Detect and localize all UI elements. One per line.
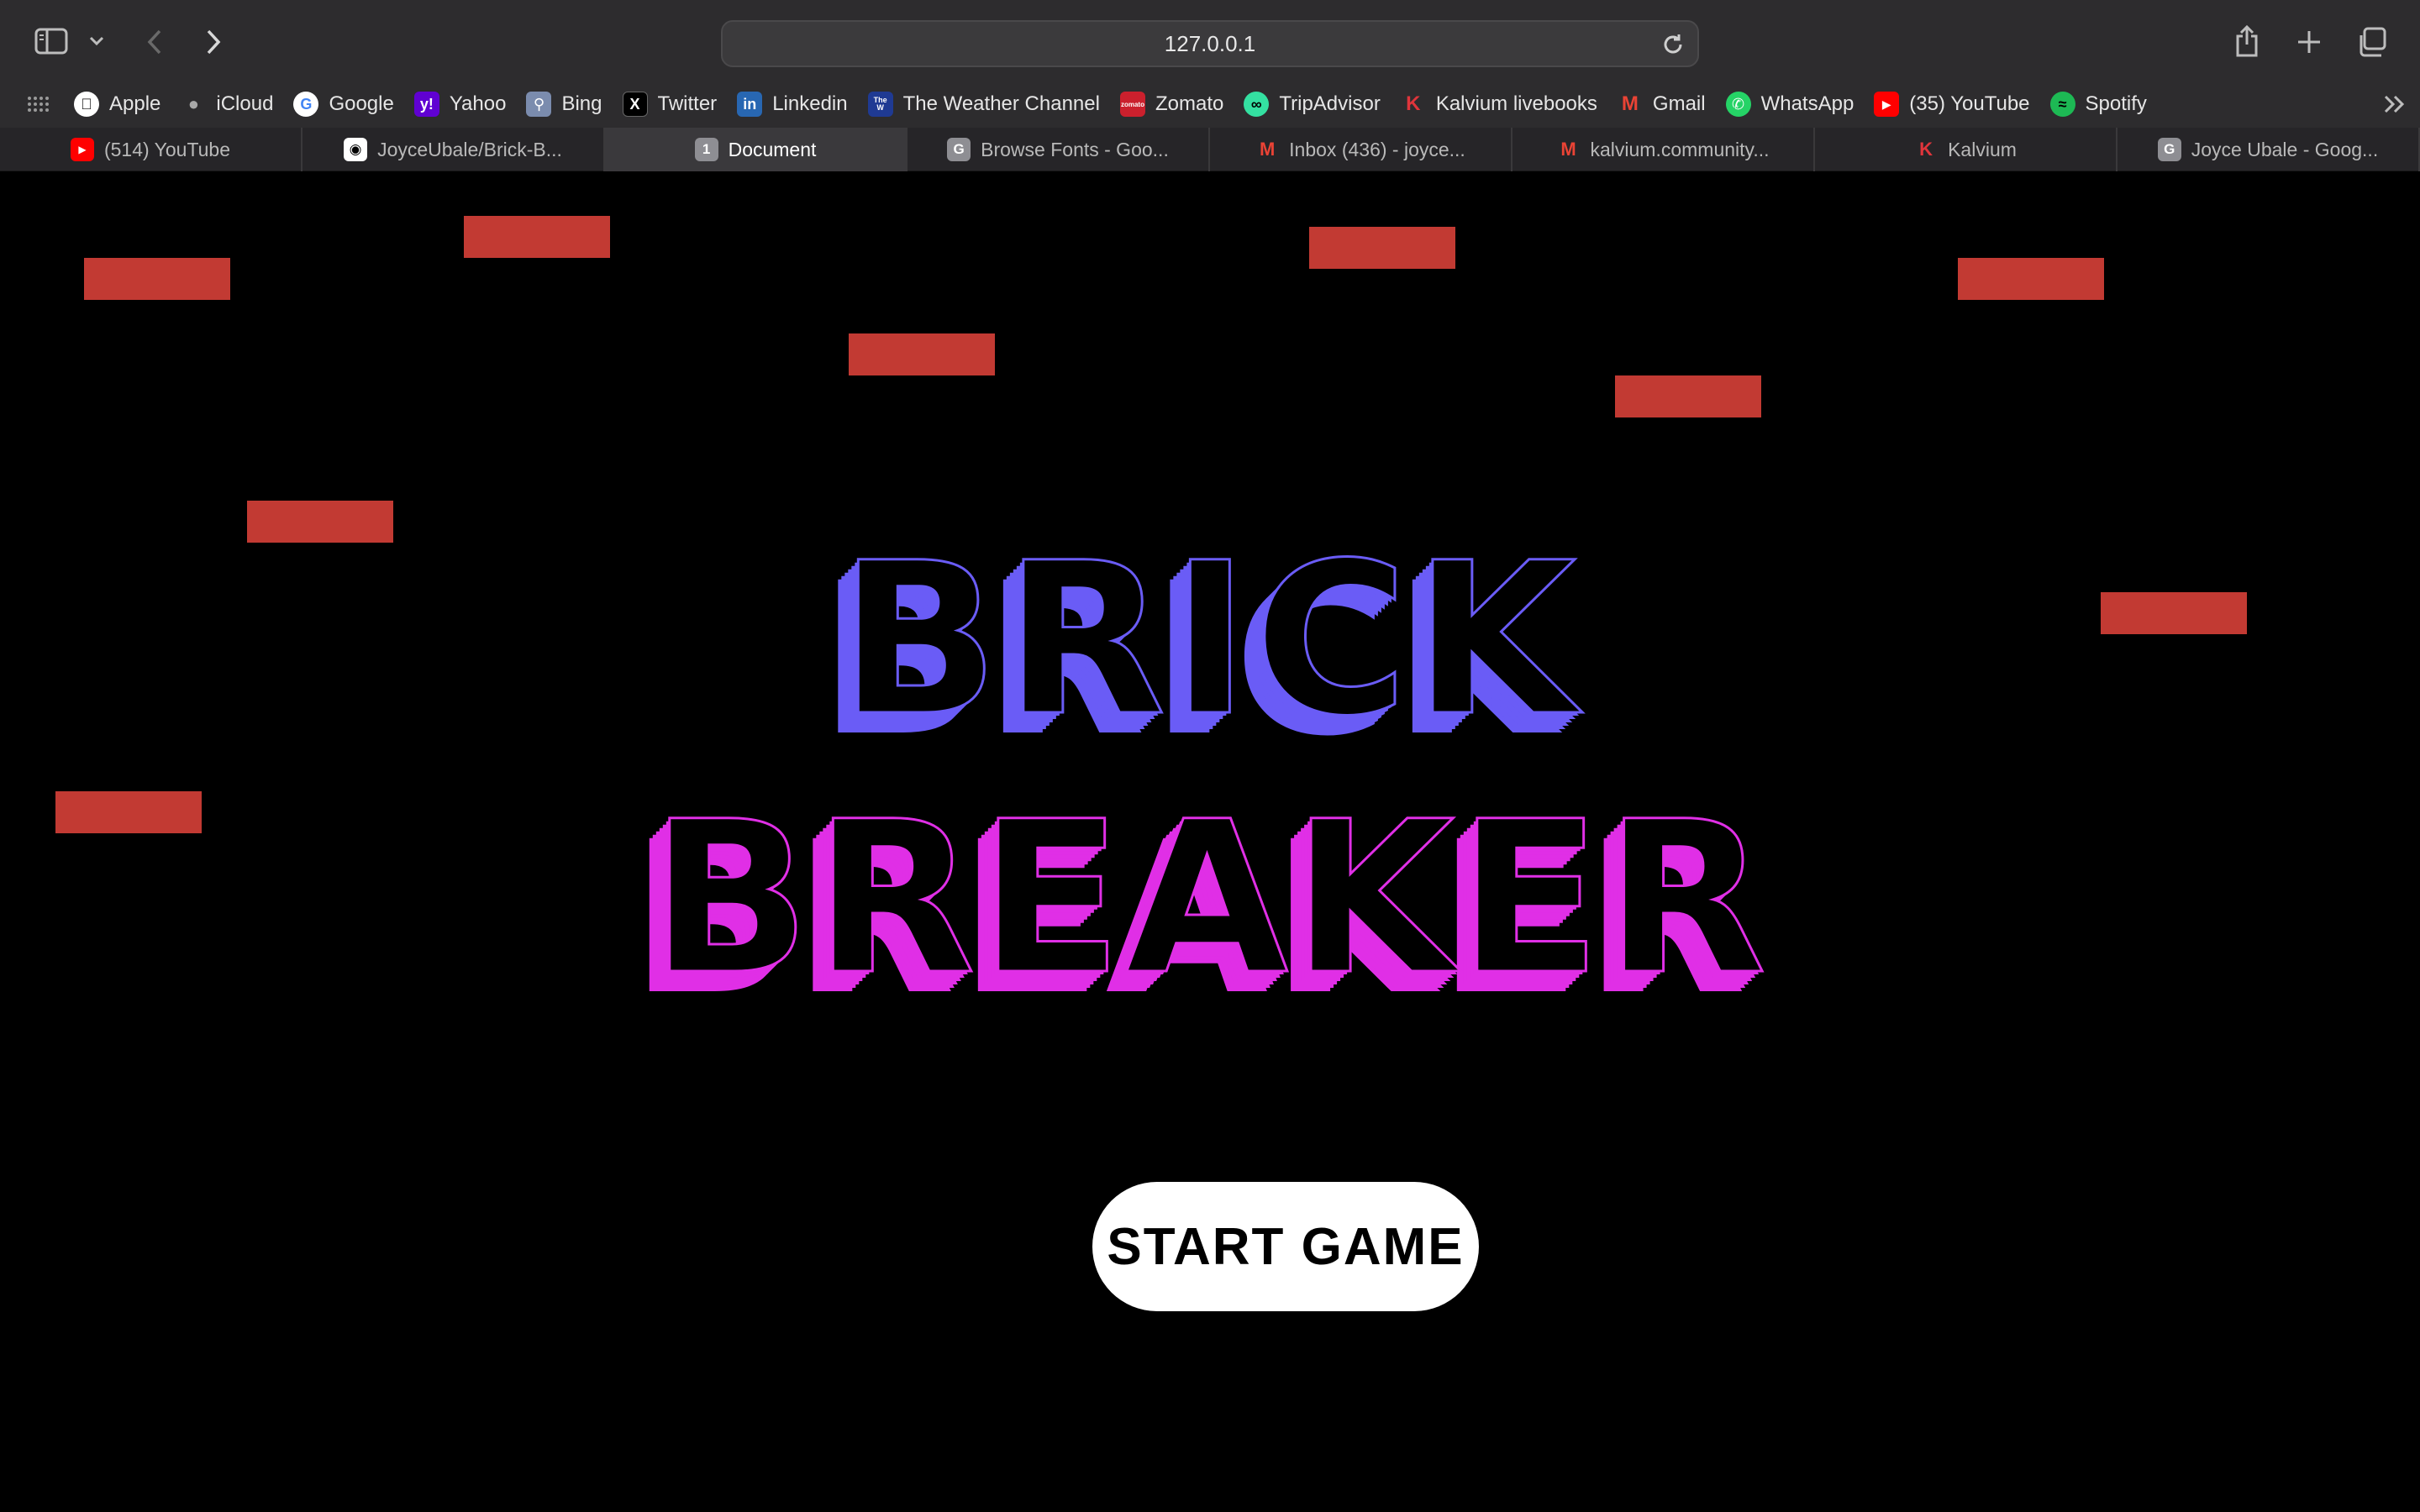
title-breaker: BREAKER xyxy=(649,776,1770,1021)
chevron-down-icon[interactable] xyxy=(87,32,106,50)
bookmark-label: Apple xyxy=(109,92,161,115)
reload-icon[interactable] xyxy=(1660,32,1686,63)
tab-label: kalvium.community... xyxy=(1590,138,1770,160)
bookmark-twitter[interactable]: X Twitter xyxy=(614,86,729,123)
yahoo-icon: y! xyxy=(413,92,439,117)
google-icon: G xyxy=(293,92,319,117)
tab-label: Inbox (436) - joyce... xyxy=(1289,138,1465,160)
zomato-icon: zomato xyxy=(1119,92,1145,117)
brick xyxy=(1309,227,1455,269)
bookmark-label: Google xyxy=(329,92,394,115)
youtube-icon: ▶ xyxy=(1874,92,1900,117)
kalvium-icon: K xyxy=(1919,139,1933,160)
bookmark-label: WhatsApp xyxy=(1760,92,1854,115)
number-one-icon: 1 xyxy=(694,138,718,161)
grid-icon xyxy=(28,97,49,112)
bookmark-bing[interactable]: ⚲ Bing xyxy=(518,86,613,123)
brick xyxy=(464,216,610,258)
bookmark-yahoo[interactable]: y! Yahoo xyxy=(406,86,518,123)
bookmark-label: (35) YouTube xyxy=(1909,92,2030,115)
bookmark-icloud[interactable]: ● iCloud xyxy=(172,86,285,123)
start-game-button[interactable]: START GAME xyxy=(1092,1182,1479,1311)
tab-overview-icon[interactable] xyxy=(2354,25,2388,59)
more-bookmarks-chevron-icon[interactable] xyxy=(2375,86,2420,123)
gmail-icon: M xyxy=(1260,139,1276,160)
tab-label: Joyce Ubale - Goog... xyxy=(2191,138,2379,160)
spotify-icon: ≈ xyxy=(2049,92,2075,117)
brick xyxy=(1958,258,2104,300)
tab-label: Kalvium xyxy=(1948,138,2017,160)
bookmark-spotify[interactable]: ≈ Spotify xyxy=(2042,86,2159,123)
brick xyxy=(84,258,230,300)
bookmark-label: The Weather Channel xyxy=(902,92,1100,115)
tripadvisor-icon: ∞ xyxy=(1244,92,1270,117)
apple-icon: ● xyxy=(187,93,200,114)
letter-g-icon: G xyxy=(947,138,971,161)
url-text: 127.0.0.1 xyxy=(1164,30,1256,56)
bookmarks-bar:  Apple ● iCloud G Google y! Yahoo ⚲ Bing X Tw… xyxy=(0,81,2420,128)
tab-document[interactable]: 1 Document xyxy=(605,128,908,171)
bookmark-kalvium-livebooks[interactable]: K Kalvium livebooks xyxy=(1392,86,1609,123)
tab-label: Document xyxy=(728,138,817,160)
bookmark-label: Twitter xyxy=(657,92,718,115)
tab-inbox[interactable]: M Inbox (436) - joyce... xyxy=(1210,128,1512,171)
bookmark-label: Kalvium livebooks xyxy=(1435,92,1597,115)
github-icon: ◉ xyxy=(344,138,368,161)
bookmark-label: Zomato xyxy=(1155,92,1224,115)
gmail-icon: M xyxy=(1560,139,1576,160)
back-arrow-icon[interactable] xyxy=(143,27,166,57)
bookmark-label: Yahoo xyxy=(449,92,507,115)
bookmark-label: iCloud xyxy=(216,92,274,115)
bookmark-label: Spotify xyxy=(2085,92,2147,115)
bookmark-zomato[interactable]: zomato Zomato xyxy=(1112,86,1235,123)
address-bar[interactable]: 127.0.0.1 xyxy=(721,20,1699,67)
bookmark-linkedin[interactable]: in Linkedin xyxy=(729,86,859,123)
brick xyxy=(849,333,995,375)
bookmark-apple[interactable]:  Apple xyxy=(66,86,172,123)
weather-channel-icon: The W xyxy=(867,92,893,117)
title-brick: BRICK xyxy=(838,517,1581,762)
letter-g-icon: G xyxy=(2157,138,2181,161)
brick xyxy=(1615,375,1761,417)
bookmark-label: Gmail xyxy=(1652,92,1706,115)
bookmark-youtube[interactable]: ▶ (35) YouTube xyxy=(1865,86,2041,123)
tab-browse-fonts[interactable]: G Browse Fonts - Goo... xyxy=(908,128,1210,171)
tab-kalvium-community[interactable]: Mkalvium.community... xyxy=(1512,128,1815,171)
tab-label: JoyceUbale/Brick-B... xyxy=(377,138,562,160)
apps-grid-icon[interactable] xyxy=(0,86,66,123)
tab-kalvium[interactable]: K Kalvium xyxy=(1815,128,2118,171)
bookmark-tripadvisor[interactable]: ∞ TripAdvisor xyxy=(1235,86,1392,123)
bookmark-weather-channel[interactable]: The W The Weather Channel xyxy=(860,86,1112,123)
tab-bar: ▶ (514) YouTube ◉ JoyceUbale/Brick-B... 1D… xyxy=(0,128,2420,171)
tab-github[interactable]: ◉ JoyceUbale/Brick-B... xyxy=(302,128,605,171)
game-page: BRICK BREAKER START GAME xyxy=(0,172,2420,1512)
bookmark-whatsapp[interactable]: ✆ WhatsApp xyxy=(1718,86,1866,123)
bing-icon: ⚲ xyxy=(526,92,552,117)
bookmark-label: Linkedin xyxy=(772,92,848,115)
bookmark-google[interactable]: G Google xyxy=(285,86,405,123)
bookmark-gmail[interactable]: M Gmail xyxy=(1609,86,1718,123)
youtube-icon: ▶ xyxy=(70,138,94,161)
share-icon[interactable] xyxy=(2232,22,2262,60)
bookmark-label: TripAdvisor xyxy=(1279,92,1381,115)
new-tab-icon[interactable] xyxy=(2294,27,2324,57)
tab-joyce-ubale[interactable]: G Joyce Ubale - Goog... xyxy=(2118,128,2420,171)
x-icon: X xyxy=(622,92,648,117)
whatsapp-icon: ✆ xyxy=(1725,92,1751,117)
browser-toolbar: 127.0.0.1 xyxy=(0,0,2420,81)
linkedin-icon: in xyxy=(737,92,763,117)
tab-youtube[interactable]: ▶ (514) YouTube xyxy=(0,128,302,171)
apple-icon:  xyxy=(74,92,99,117)
tab-label: (514) YouTube xyxy=(103,138,231,160)
tab-label: Browse Fonts - Goo... xyxy=(981,138,1169,160)
gmail-icon: M xyxy=(1621,92,1639,115)
sidebar-toggle-icon[interactable] xyxy=(32,25,71,57)
kalvium-icon: K xyxy=(1406,92,1421,115)
bookmark-label: Bing xyxy=(561,92,602,115)
forward-arrow-icon[interactable] xyxy=(202,27,225,57)
